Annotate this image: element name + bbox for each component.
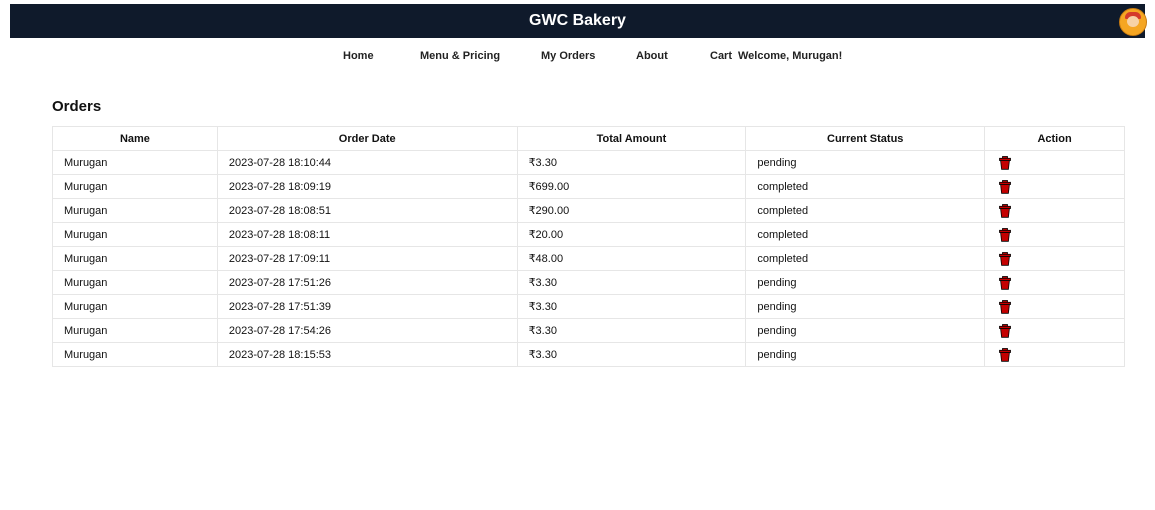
cell-status: completed: [745, 198, 986, 223]
avatar-face: [1127, 16, 1139, 27]
cell-total-amount: ₹290.00: [516, 198, 747, 223]
cell-action: [984, 294, 1125, 319]
trash-icon[interactable]: [999, 155, 1012, 170]
orders-table-body: Murugan 2023-07-28 18:10:44 ₹3.30 pending Mu…: [52, 150, 1125, 367]
cell-status: completed: [745, 174, 986, 199]
nav-item-menu-pricing[interactable]: Menu & Pricing: [420, 50, 500, 62]
column-header-action: Action: [984, 126, 1125, 151]
nav-item-about[interactable]: About: [636, 50, 668, 62]
table-row: Murugan 2023-07-28 18:15:53 ₹3.30 pending: [52, 342, 1125, 367]
cell-order-date: 2023-07-28 18:10:44: [216, 150, 518, 175]
cell-total-amount: ₹3.30: [516, 294, 747, 319]
nav-item-home[interactable]: Home: [343, 50, 374, 62]
cell-order-date: 2023-07-28 18:09:19: [216, 174, 518, 199]
table-row: Murugan 2023-07-28 17:09:11 ₹48.00 complete…: [52, 246, 1125, 271]
trash-icon[interactable]: [999, 275, 1012, 290]
trash-icon[interactable]: [999, 203, 1012, 218]
cell-status: completed: [745, 246, 986, 271]
brand-title: GWC Bakery: [529, 12, 626, 29]
cell-name: Murugan: [52, 198, 218, 223]
cell-order-date: 2023-07-28 17:54:26: [216, 318, 518, 343]
cell-action: [984, 198, 1125, 223]
cell-status: pending: [745, 294, 986, 319]
trash-icon[interactable]: [999, 323, 1012, 338]
orders-table: Name Order Date Total Amount Current Sta…: [52, 126, 1125, 367]
cell-action: [984, 342, 1125, 367]
cell-name: Murugan: [52, 318, 218, 343]
cell-total-amount: ₹699.00: [516, 174, 747, 199]
cell-order-date: 2023-07-28 17:51:39: [216, 294, 518, 319]
user-avatar-icon[interactable]: [1119, 8, 1147, 36]
cell-name: Murugan: [52, 342, 218, 367]
column-header-total-amount: Total Amount: [516, 126, 747, 151]
trash-icon[interactable]: [999, 251, 1012, 266]
cell-order-date: 2023-07-28 18:15:53: [216, 342, 518, 367]
cell-name: Murugan: [52, 246, 218, 271]
cell-order-date: 2023-07-28 18:08:51: [216, 198, 518, 223]
welcome-message: Welcome, Murugan!: [738, 50, 843, 62]
cell-order-date: 2023-07-28 17:09:11: [216, 246, 518, 271]
table-row: Murugan 2023-07-28 18:09:19 ₹699.00 complet…: [52, 174, 1125, 199]
column-header-name: Name: [52, 126, 218, 151]
table-row: Murugan 2023-07-28 18:08:11 ₹20.00 complete…: [52, 222, 1125, 247]
column-header-order-date: Order Date: [216, 126, 518, 151]
cell-order-date: 2023-07-28 18:08:11: [216, 222, 518, 247]
cell-status: pending: [745, 270, 986, 295]
trash-icon[interactable]: [999, 299, 1012, 314]
cell-total-amount: ₹48.00: [516, 246, 747, 271]
cell-name: Murugan: [52, 174, 218, 199]
cell-name: Murugan: [52, 222, 218, 247]
table-row: Murugan 2023-07-28 17:54:26 ₹3.30 pending: [52, 318, 1125, 343]
nav-item-my-orders[interactable]: My Orders: [541, 50, 595, 62]
table-row: Murugan 2023-07-28 18:10:44 ₹3.30 pending: [52, 150, 1125, 175]
cell-action: [984, 318, 1125, 343]
cell-total-amount: ₹20.00: [516, 222, 747, 247]
orders-title: Orders: [52, 98, 102, 115]
cell-action: [984, 246, 1125, 271]
table-header-row: Name Order Date Total Amount Current Sta…: [52, 126, 1125, 151]
cell-action: [984, 174, 1125, 199]
nav-item-cart[interactable]: Cart: [710, 50, 732, 62]
main-nav: Home Menu & Pricing My Orders About Cart…: [0, 50, 1155, 66]
cell-order-date: 2023-07-28 17:51:26: [216, 270, 518, 295]
cell-status: pending: [745, 318, 986, 343]
cell-name: Murugan: [52, 150, 218, 175]
cell-name: Murugan: [52, 270, 218, 295]
cell-status: pending: [745, 342, 986, 367]
top-bar: GWC Bakery: [10, 4, 1147, 38]
trash-icon[interactable]: [999, 179, 1012, 194]
trash-icon[interactable]: [999, 227, 1012, 242]
cell-total-amount: ₹3.30: [516, 342, 747, 367]
cell-action: [984, 150, 1125, 175]
table-row: Murugan 2023-07-28 17:51:39 ₹3.30 pending: [52, 294, 1125, 319]
table-row: Murugan 2023-07-28 17:51:26 ₹3.30 pending: [52, 270, 1125, 295]
trash-icon[interactable]: [999, 347, 1012, 362]
cell-action: [984, 222, 1125, 247]
column-header-current-status: Current Status: [745, 126, 986, 151]
cell-status: completed: [745, 222, 986, 247]
cell-total-amount: ₹3.30: [516, 270, 747, 295]
cell-total-amount: ₹3.30: [516, 318, 747, 343]
cell-action: [984, 270, 1125, 295]
table-row: Murugan 2023-07-28 18:08:51 ₹290.00 complet…: [52, 198, 1125, 223]
cell-status: pending: [745, 150, 986, 175]
cell-name: Murugan: [52, 294, 218, 319]
cell-total-amount: ₹3.30: [516, 150, 747, 175]
